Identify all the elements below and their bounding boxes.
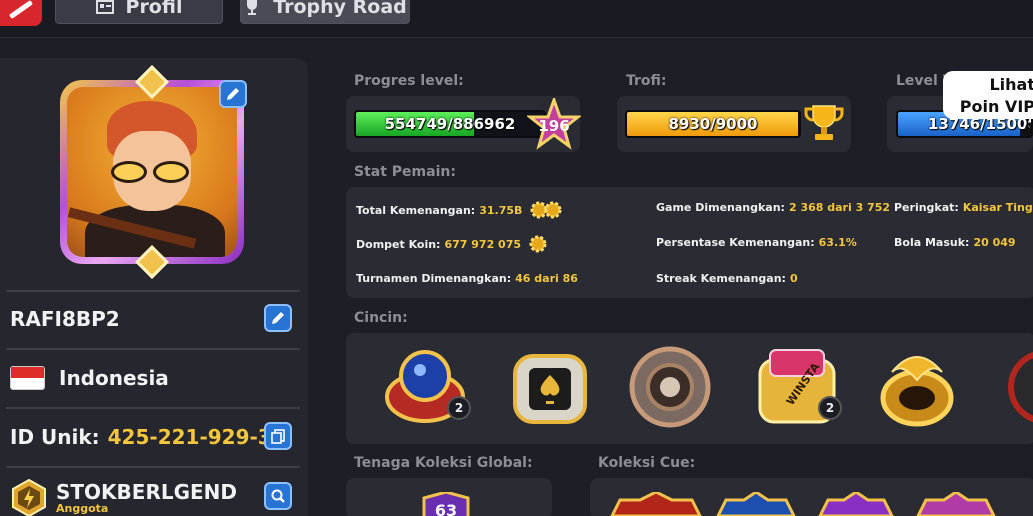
avatar-portrait xyxy=(67,87,237,257)
stat-rank-label: Peringkat: xyxy=(894,201,959,214)
cue-tier-badge-blue[interactable] xyxy=(716,492,796,516)
username-row: RAFI8BP2 xyxy=(10,296,300,342)
level-progress-label: Progres level: xyxy=(354,73,464,89)
stat-games-won: Game Dimenangkan: 2 368 dari 3 752 xyxy=(656,201,890,214)
tab-profil[interactable]: Profil xyxy=(55,0,223,24)
divider xyxy=(6,407,300,409)
stat-total-wins-value: 31.75B xyxy=(479,203,523,217)
stat-games-won-value: 2 368 dari 3 752 xyxy=(788,201,891,214)
stat-coin-wallet-label: Dompet Koin: xyxy=(356,237,441,251)
cue-tier-badge-purple[interactable] xyxy=(818,492,894,516)
collection-power-value: 63 xyxy=(435,501,457,516)
unique-id-label: ID Unik: xyxy=(10,425,100,449)
tab-trophy-road[interactable]: Trophy Road xyxy=(240,0,410,24)
top-bar: Profil Trophy Road xyxy=(0,0,1033,38)
player-stats-label: Stat Pemain: xyxy=(354,164,456,180)
trophy-label: Trofi: xyxy=(626,73,667,89)
profile-card-icon xyxy=(95,0,114,14)
collection-power-badge: 63 xyxy=(422,492,470,516)
rings-label: Cincin: xyxy=(354,310,408,326)
club-name[interactable]: STOKBERLGEND xyxy=(56,481,237,503)
stat-coin-wallet: Dompet Koin: 677 972 075 xyxy=(356,233,549,255)
stat-rank: Peringkat: Kaisar Tinggi xyxy=(894,201,1033,214)
global-collection-label: Tenaga Koleksi Global: xyxy=(354,455,533,471)
country-name: Indonesia xyxy=(59,366,169,390)
vip-tooltip[interactable]: Lihat Poin VIP A xyxy=(943,71,1033,138)
stat-win-percentage-label: Persentase Kemenangan: xyxy=(656,236,815,249)
stat-tournaments-value: 46 dari 86 xyxy=(515,272,578,285)
indonesia-flag-icon xyxy=(10,366,45,390)
stat-win-streak-value: 0 xyxy=(789,272,798,285)
stat-tournaments-label: Turnamen Dimenangkan: xyxy=(356,272,512,285)
club-row: STOKBERLGEND Anggota xyxy=(10,472,300,516)
ring-4-count: 2 xyxy=(818,396,842,420)
username-edit-button[interactable] xyxy=(264,304,292,332)
tab-profil-label: Profil xyxy=(125,0,183,18)
trophy-progress-text: 8930/9000 xyxy=(668,115,758,133)
stat-win-streak: Streak Kemenangan: 0 xyxy=(656,272,798,285)
divider xyxy=(6,348,300,350)
stat-rank-value: Kaisar Tinggi xyxy=(962,201,1033,214)
search-icon xyxy=(271,489,285,503)
coins-gear-icon xyxy=(530,201,562,219)
stat-win-percentage-value: 63.1% xyxy=(818,236,857,249)
back-arrow-icon xyxy=(8,0,34,19)
copy-icon xyxy=(271,429,285,444)
vip-tooltip-line1: Lihat xyxy=(989,75,1033,94)
level-progress-text: 554749/886962 xyxy=(384,115,516,133)
stat-coin-wallet-value: 677 972 075 xyxy=(444,237,522,251)
pencil-icon xyxy=(227,88,239,100)
stat-balls-potted-value: 20 049 xyxy=(973,236,1016,249)
username: RAFI8BP2 xyxy=(10,307,120,331)
unique-id-row: ID Unik: 425-221-929-3 xyxy=(10,414,300,460)
stat-games-won-label: Game Dimenangkan: xyxy=(656,201,785,214)
level-number: 196 xyxy=(538,117,569,135)
stat-total-wins: Total Kemenangan: 31.75B xyxy=(356,199,564,221)
back-button[interactable] xyxy=(0,0,42,26)
trophy-icon xyxy=(247,0,258,15)
unique-id-value: 425-221-929-3 xyxy=(107,425,272,449)
tab-trophy-road-label: Trophy Road xyxy=(273,0,407,18)
ring-item-3[interactable] xyxy=(625,342,715,432)
trophy-cup-icon xyxy=(804,105,844,140)
stat-win-streak-label: Streak Kemenangan: xyxy=(656,272,786,285)
ring-item-6-partial[interactable] xyxy=(1000,342,1033,432)
divider xyxy=(6,466,300,468)
stat-total-wins-label: Total Kemenangan: xyxy=(356,203,476,217)
level-progress-bar: 554749/886962 xyxy=(354,110,546,138)
pencil-icon xyxy=(272,312,284,324)
ring-item-2[interactable] xyxy=(505,342,595,432)
stat-balls-potted: Bola Masuk: 20 049 xyxy=(894,236,1016,249)
club-badge-icon xyxy=(12,479,46,516)
coin-icon xyxy=(529,235,547,253)
ring-1-count: 2 xyxy=(447,396,471,420)
country-row: Indonesia xyxy=(10,355,300,401)
club-search-button[interactable] xyxy=(264,482,292,510)
stat-balls-potted-label: Bola Masuk: xyxy=(894,236,970,249)
vip-tooltip-line2: Poin VIP A xyxy=(959,97,1033,138)
cue-tier-badge-red[interactable] xyxy=(610,492,702,516)
ring-item-5[interactable] xyxy=(872,342,962,432)
profile-panel: RAFI8BP2 Indonesia ID Unik: 425-221-929-… xyxy=(0,58,308,516)
club-role: Anggota xyxy=(56,502,109,515)
trophy-progress-bar: 8930/9000 xyxy=(625,110,801,138)
cue-tier-badge-magenta[interactable] xyxy=(916,492,996,516)
cue-collection-label: Koleksi Cue: xyxy=(598,455,696,471)
stat-tournaments: Turnamen Dimenangkan: 46 dari 86 xyxy=(356,272,578,285)
stat-win-percentage: Persentase Kemenangan: 63.1% xyxy=(656,236,857,249)
divider xyxy=(6,290,300,292)
level-star-icon: 196 xyxy=(527,98,581,150)
avatar[interactable] xyxy=(60,65,244,279)
avatar-edit-button[interactable] xyxy=(219,80,247,108)
copy-id-button[interactable] xyxy=(264,422,292,450)
